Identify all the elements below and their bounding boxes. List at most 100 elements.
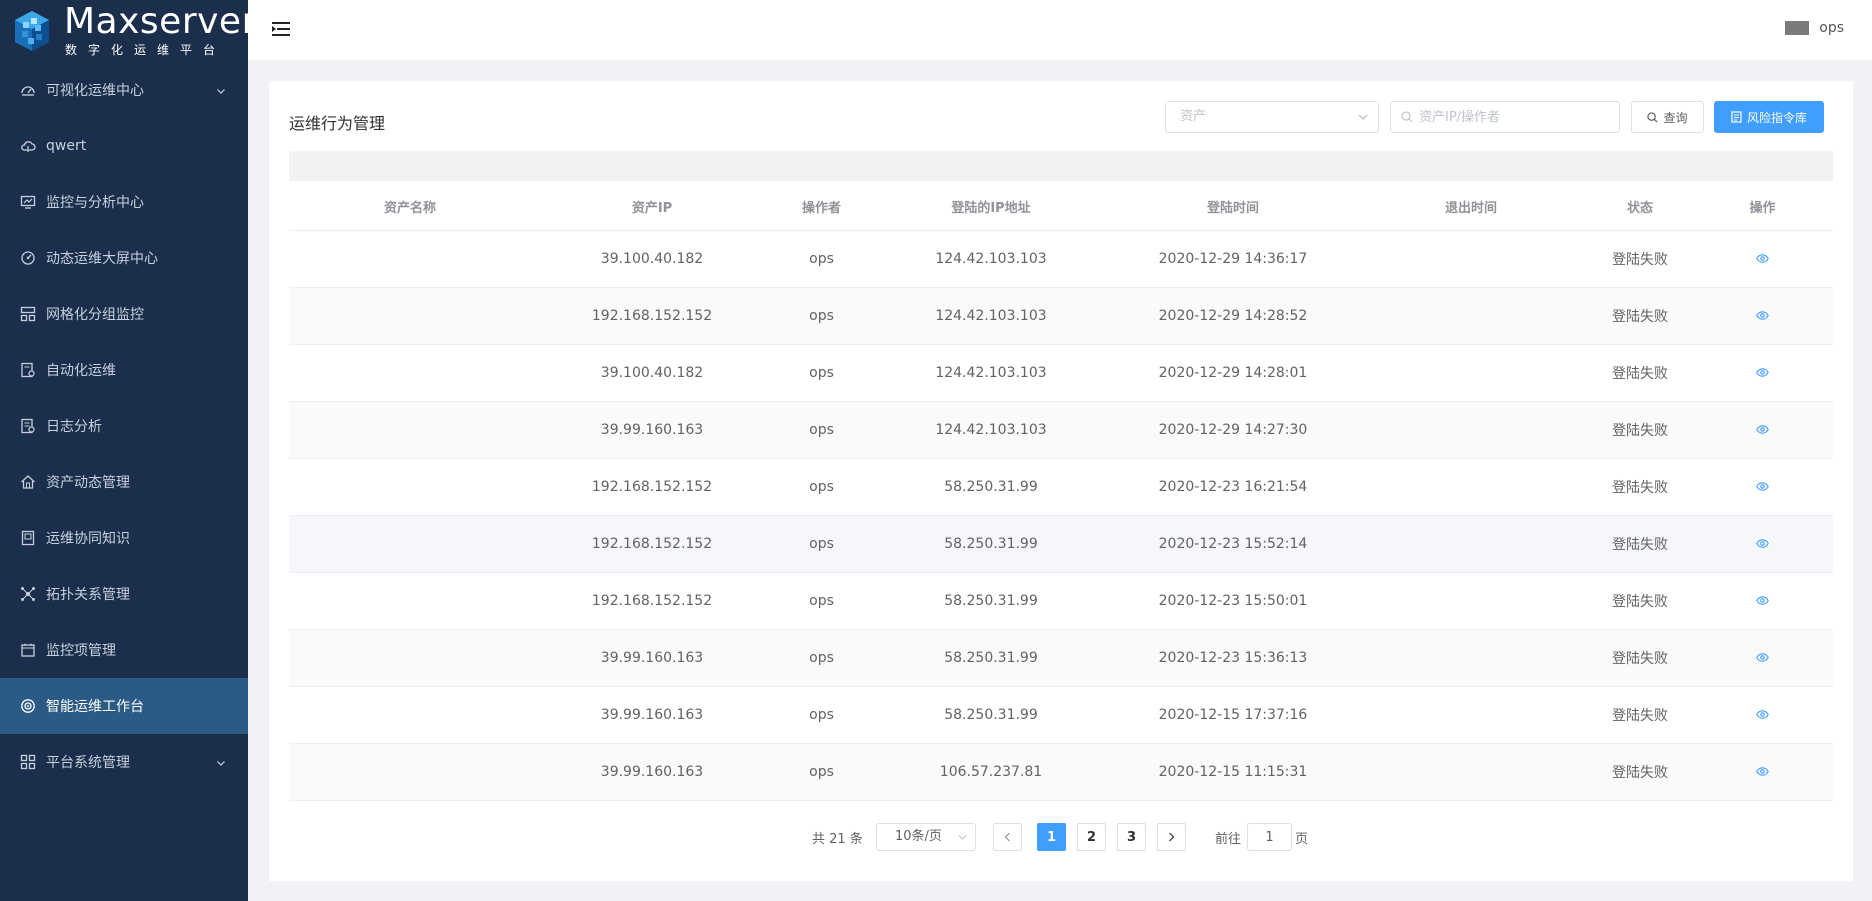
table-row[interactable]: 39.100.40.182 ops 124.42.103.103 2020-12-29… <box>289 231 1833 288</box>
goto-page-input[interactable] <box>1247 823 1292 851</box>
view-eye-icon[interactable] <box>1756 365 1769 381</box>
view-eye-icon[interactable] <box>1756 650 1769 666</box>
sidebar-item-11[interactable]: 智能运维工作台 <box>0 678 248 734</box>
table-header: 资产名称 资产IP 操作者 登陆的IP地址 登陆时间 退出时间 状态 操作 <box>289 181 1833 231</box>
cell-login-ip: 124.42.103.103 <box>935 422 1047 438</box>
view-eye-icon[interactable] <box>1756 764 1769 780</box>
collapse-menu-icon[interactable] <box>272 21 290 37</box>
user-menu[interactable]: ops <box>1785 20 1844 36</box>
sidebar-item-7[interactable]: 资产动态管理 <box>0 454 248 510</box>
table-row[interactable]: 192.168.152.152 ops 58.250.31.99 2020-12-23… <box>289 573 1833 630</box>
view-eye-icon[interactable] <box>1756 536 1769 552</box>
sidebar-item-3[interactable]: 动态运维大屏中心 <box>0 230 248 286</box>
cell-logout-time <box>1354 231 1588 287</box>
cell-login-ip: 58.250.31.99 <box>944 593 1038 609</box>
sidebar-item-label: 可视化运维中心 <box>46 83 144 99</box>
view-eye-icon[interactable] <box>1756 593 1769 609</box>
sidebar-item-label: 网格化分组监控 <box>46 307 144 323</box>
search-input[interactable] <box>1419 109 1609 125</box>
logo-cube-icon <box>12 9 52 53</box>
pagination: 共 21 条 10条/页 1 2 3 前往 页 <box>269 823 1853 851</box>
table-row[interactable]: 39.99.160.163 ops 58.250.31.99 2020-12-15 1… <box>289 687 1833 744</box>
cell-login-ip: 58.250.31.99 <box>944 707 1038 723</box>
sidebar-item-12[interactable]: 平台系统管理 <box>0 734 248 790</box>
top-header: ops <box>248 0 1872 60</box>
query-button-label: 查询 <box>1663 110 1688 125</box>
cell-status: 登陆失败 <box>1612 309 1668 325</box>
sidebar-item-5[interactable]: 自动化运维 <box>0 342 248 398</box>
page-button-2[interactable]: 2 <box>1077 823 1106 851</box>
sidebar-item-1[interactable]: qwert <box>0 118 248 174</box>
cell-asset-name <box>289 516 531 572</box>
next-page-button[interactable] <box>1157 823 1186 851</box>
cell-login-ip: 124.42.103.103 <box>935 365 1047 381</box>
sidebar-item-label: 智能运维工作台 <box>46 699 144 715</box>
chevron-down-icon <box>1358 114 1368 120</box>
sidebar-item-10[interactable]: 监控项管理 <box>0 622 248 678</box>
cell-asset-ip: 192.168.152.152 <box>591 593 713 609</box>
cell-logout-time <box>1354 687 1588 743</box>
cell-asset-name <box>289 402 531 458</box>
column-header: 资产IP <box>631 200 673 216</box>
cell-asset-ip: 39.100.40.182 <box>600 251 704 267</box>
table-row[interactable]: 39.100.40.182 ops 124.42.103.103 2020-12-29… <box>289 345 1833 402</box>
log-icon <box>20 418 36 434</box>
page-size-select[interactable]: 10条/页 <box>876 823 976 851</box>
query-button[interactable]: 查询 <box>1631 101 1704 133</box>
cell-asset-name <box>289 459 531 515</box>
username: ops <box>1819 20 1844 36</box>
sidebar-item-2[interactable]: 监控与分析中心 <box>0 174 248 230</box>
cell-login-ip: 58.250.31.99 <box>944 650 1038 666</box>
cell-operator: ops <box>809 536 834 552</box>
sidebar-item-8[interactable]: 运维协同知识 <box>0 510 248 566</box>
cell-operator: ops <box>809 593 834 609</box>
view-eye-icon[interactable] <box>1756 251 1769 267</box>
sidebar-item-6[interactable]: 日志分析 <box>0 398 248 454</box>
cell-operator: ops <box>809 251 834 267</box>
page-button-3[interactable]: 3 <box>1117 823 1146 851</box>
page-size-value: 10条/页 <box>895 829 942 844</box>
view-eye-icon[interactable] <box>1756 707 1769 723</box>
view-eye-icon[interactable] <box>1756 422 1769 438</box>
cell-login-ip: 106.57.237.81 <box>939 764 1043 780</box>
sidebar-item-9[interactable]: 拓扑关系管理 <box>0 566 248 622</box>
cell-status: 登陆失败 <box>1612 252 1668 268</box>
asset-select[interactable]: 资产 <box>1165 101 1379 133</box>
cell-operator: ops <box>809 650 834 666</box>
view-eye-icon[interactable] <box>1756 308 1769 324</box>
risk-command-library-button[interactable]: 风险指令库 <box>1714 101 1824 133</box>
cell-status: 登陆失败 <box>1612 537 1668 553</box>
table-row[interactable]: 192.168.152.152 ops 124.42.103.103 2020-12-… <box>289 288 1833 345</box>
search-icon <box>1647 111 1658 123</box>
table-row[interactable]: 39.99.160.163 ops 124.42.103.103 2020-12-29… <box>289 402 1833 459</box>
table-row[interactable]: 39.99.160.163 ops 106.57.237.81 2020-12-15 … <box>289 744 1833 801</box>
cell-asset-name <box>289 573 531 629</box>
column-header: 操作 <box>1749 200 1776 216</box>
page-button-1[interactable]: 1 <box>1037 823 1066 851</box>
cell-asset-name <box>289 231 531 287</box>
view-eye-icon[interactable] <box>1756 479 1769 495</box>
apps-icon <box>20 754 36 770</box>
sidebar-item-0[interactable]: 可视化运维中心 <box>0 62 248 118</box>
sidebar-item-label: 运维协同知识 <box>46 531 130 547</box>
cell-login-time: 2020-12-23 15:52:14 <box>1158 536 1308 552</box>
table-row[interactable]: 192.168.152.152 ops 58.250.31.99 2020-12-23… <box>289 459 1833 516</box>
cell-logout-time <box>1354 630 1588 686</box>
cell-login-ip: 58.250.31.99 <box>944 479 1038 495</box>
sidebar-item-4[interactable]: 网格化分组监控 <box>0 286 248 342</box>
ai-icon <box>20 698 36 714</box>
logo[interactable]: Maxserver 数字化运维平台 <box>0 0 256 62</box>
prev-page-button[interactable] <box>993 823 1022 851</box>
table-row[interactable]: 39.99.160.163 ops 58.250.31.99 2020-12-23 1… <box>289 630 1833 687</box>
cell-actions <box>1692 744 1833 800</box>
search-box[interactable] <box>1390 101 1620 133</box>
sidebar-item-label: 拓扑关系管理 <box>46 587 130 603</box>
cell-logout-time <box>1354 459 1588 515</box>
cell-actions <box>1692 459 1833 515</box>
home-icon <box>20 474 36 490</box>
column-header: 操作者 <box>801 200 841 216</box>
cell-login-time: 2020-12-29 14:36:17 <box>1158 251 1308 267</box>
total-count: 共 21 条 <box>812 832 863 847</box>
document-gear-icon <box>20 362 36 378</box>
table-row[interactable]: 192.168.152.152 ops 58.250.31.99 2020-12-23… <box>289 516 1833 573</box>
